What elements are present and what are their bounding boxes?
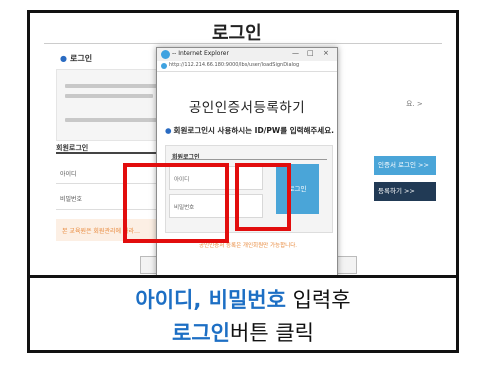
page-icon [161,63,167,69]
right-note: 요. > [406,100,423,108]
section-heading: ● 로그인 [60,53,92,64]
member-heading-line [56,152,171,154]
bullet-icon: ● [60,54,67,63]
caption-highlight-2: 로그인 [172,321,230,345]
caption-line-2: 로그인버튼 클릭 [30,317,456,350]
tutorial-frame: 로그인 ● 로그인 요. > 회원로그인 아이디 비밀번호 인증서 로그인 >> … [27,10,459,353]
title-divider [44,43,442,44]
popup-subtitle-text: 회원로그인시 사용하시는 ID/PW를 입력해주세요. [173,126,334,135]
section-heading-text: 로그인 [69,54,93,63]
ie-logo-icon [161,50,170,59]
caption-highlight-1: 아이디, 비밀번호 [135,288,286,312]
instruction-caption: 아이디, 비밀번호 입력후 로그인버튼 클릭 [30,275,456,350]
id-row-label: 아이디 [60,171,77,178]
address-bar[interactable]: http://112.214.66.180:9000/lbs/user/load… [157,61,337,72]
caption-line-1: 아이디, 비밀번호 입력후 [30,284,456,317]
cert-register-button[interactable]: 등록하기 >> [374,182,436,201]
popup-title: 공인인증서등록하기 [188,100,306,116]
page-title: 로그인 [212,23,262,44]
screenshot-area: 로그인 ● 로그인 요. > 회원로그인 아이디 비밀번호 인증서 로그인 >> … [30,13,456,275]
notice-text-line [65,118,161,122]
pw-row-label: 비밀번호 [60,196,83,203]
notice-text-line [65,84,159,88]
bullet-icon: ● [165,126,172,135]
popup-subtitle: ● 회원로그인시 사용하시는 ID/PW를 입력해주세요. [165,125,334,136]
window-title: -- Internet Explorer [172,50,229,57]
address-text: http://112.214.66.180:9000/lbs/user/load… [169,62,300,68]
highlight-id-pw-fields [123,163,229,243]
highlight-login-button [235,163,291,231]
form-heading-line [171,159,327,160]
window-titlebar[interactable]: -- Internet Explorer — □ × [157,48,337,61]
minimize-icon[interactable]: — [292,49,299,57]
caption-text-1: 입력후 [285,288,351,312]
notice-text-line [65,94,153,98]
cert-login-button[interactable]: 인증서 로그인 >> [374,156,436,175]
maximize-icon[interactable]: □ [307,49,314,57]
notice-panel [56,69,168,141]
close-icon[interactable]: × [323,49,329,57]
caption-text-2: 버튼 클릭 [230,321,314,345]
